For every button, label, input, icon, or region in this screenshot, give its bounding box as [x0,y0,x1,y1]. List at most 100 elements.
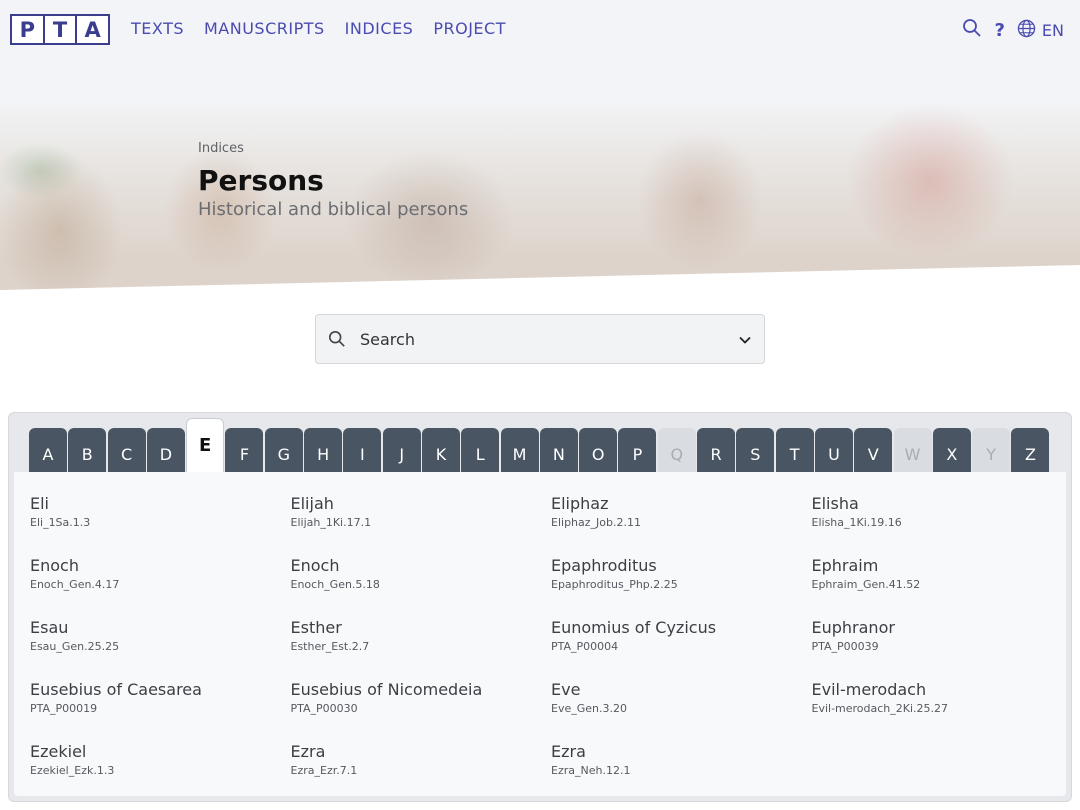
page-heading: Indices Persons Historical and biblical … [198,141,468,220]
page-subtitle: Historical and biblical persons [198,199,469,220]
nav-manuscripts[interactable]: MANUSCRIPTS [204,19,325,38]
person-ref: Ezra_Neh.12.1 [551,764,631,777]
letter-tab-c[interactable]: C [107,428,146,472]
letter-tab-a[interactable]: A [29,428,67,472]
person-entry[interactable]: Elisha Elisha_1Ki.19.16 [812,494,1073,556]
help-icon[interactable]: ? [994,20,1004,41]
person-entry[interactable]: Ezekiel Ezekiel_Ezk.1.3 [30,742,291,804]
person-entry[interactable]: Elijah Elijah_1Ki.17.1 [291,494,552,556]
person-entry[interactable]: Enoch Enoch_Gen.5.18 [291,556,552,618]
person-name[interactable]: Eli [30,494,291,514]
person-entry[interactable]: Eusebius of Nicomedeia PTA_P00030 [291,680,552,742]
person-name[interactable]: Eunomius of Cyzicus [551,618,812,638]
letter-tab-o[interactable]: O [579,428,618,472]
person-ref: Esau_Gen.25.25 [30,640,120,653]
main-nav: TEXTS MANUSCRIPTS INDICES PROJECT [131,19,506,38]
person-name[interactable]: Eliphaz [551,494,812,514]
letter-tab-f[interactable]: F [225,428,264,472]
nav-texts[interactable]: TEXTS [131,19,184,38]
person-name[interactable]: Esau [30,618,291,638]
person-name[interactable]: Ephraim [812,556,1073,576]
letter-tab-n[interactable]: N [539,428,578,472]
person-ref: Evil-merodach_2Ki.25.27 [811,702,949,715]
letter-tab-h[interactable]: H [304,428,343,472]
person-name[interactable]: Eusebius of Nicomedeia [291,680,552,700]
letter-tab-s[interactable]: S [736,428,775,472]
letter-tab-q: Q [657,428,696,472]
search-combobox[interactable]: Search [315,314,765,364]
person-entry[interactable]: Euphranor PTA_P00039 [812,618,1073,680]
person-entry[interactable]: Eliphaz Eliphaz_Job.2.11 [551,494,812,556]
person-ref: Eli_1Sa.1.3 [30,516,91,529]
person-entry[interactable]: Esther Esther_Est.2.7 [291,618,552,680]
letter-tabs: ABCDEFGHIJKLMNOPQRSTUVWXYZ [29,418,1051,472]
person-name[interactable]: Elisha [812,494,1073,514]
letter-tab-g[interactable]: G [264,428,303,472]
person-ref: Eliphaz_Job.2.11 [551,516,641,529]
person-name[interactable]: Euphranor [812,618,1073,638]
person-entry[interactable]: Eli Eli_1Sa.1.3 [30,494,291,556]
person-entry[interactable]: Ezra Ezra_Ezr.7.1 [291,742,552,804]
person-entry[interactable]: Esau Esau_Gen.25.25 [30,618,291,680]
persons-list: Eli Eli_1Sa.1.3 Elijah Elijah_1Ki.17.1 Eliph… [14,472,1066,796]
letter-tab-e[interactable]: E [186,418,225,472]
person-name[interactable]: Enoch [291,556,552,576]
person-ref: Ephraim_Gen.41.52 [811,578,921,591]
person-name[interactable]: Ezekiel [30,742,291,762]
person-name[interactable]: Enoch [30,556,291,576]
person-ref: Elisha_1Ki.19.16 [811,516,902,529]
nav-indices[interactable]: INDICES [345,19,414,38]
language-switcher[interactable]: EN [1017,19,1064,42]
logo-letter: A [75,16,108,43]
letter-tab-d[interactable]: D [146,428,185,472]
person-name[interactable]: Epaphroditus [551,556,812,576]
person-entry[interactable]: Eve Eve_Gen.3.20 [551,680,812,742]
letter-tab-b[interactable]: B [68,428,107,472]
person-entry[interactable]: Ezra Ezra_Neh.12.1 [551,742,812,804]
person-ref: Ezekiel_Ezk.1.3 [30,764,115,777]
person-ref: Ezra_Ezr.7.1 [290,764,358,777]
person-name[interactable]: Ezra [291,742,552,762]
globe-icon [1017,19,1036,42]
search-input[interactable]: Search [360,330,738,349]
person-ref: PTA_P00039 [811,640,879,653]
letter-tab-l[interactable]: L [461,428,500,472]
language-label: EN [1041,20,1064,40]
person-name[interactable]: Evil-merodach [812,680,1073,700]
person-entry[interactable]: Epaphroditus Epaphroditus_Php.2.25 [551,556,812,618]
letter-tab-i[interactable]: I [343,428,382,472]
letter-tab-m[interactable]: M [500,428,539,472]
letter-tab-p[interactable]: P [618,428,657,472]
person-name[interactable]: Esther [291,618,552,638]
letter-tab-j[interactable]: J [382,428,421,472]
nav-project[interactable]: PROJECT [433,19,506,38]
person-ref: Elijah_1Ki.17.1 [290,516,372,529]
person-entry[interactable]: Evil-merodach Evil-merodach_2Ki.25.27 [812,680,1073,742]
person-ref: Epaphroditus_Php.2.25 [551,578,678,591]
person-name[interactable]: Eusebius of Caesarea [30,680,291,700]
chevron-down-icon[interactable] [738,332,752,346]
breadcrumb[interactable]: Indices [198,141,468,156]
person-entry[interactable]: Eunomius of Cyzicus PTA_P00004 [551,618,812,680]
person-name[interactable]: Ezra [551,742,812,762]
search-icon[interactable] [962,18,982,42]
person-name[interactable]: Elijah [291,494,552,514]
person-ref: Esther_Est.2.7 [290,640,370,653]
letter-tab-u[interactable]: U [814,428,853,472]
person-entry[interactable]: Enoch Enoch_Gen.4.17 [30,556,291,618]
person-entry[interactable]: Ephraim Ephraim_Gen.41.52 [812,556,1073,618]
letter-tab-v[interactable]: V [854,428,893,472]
header-tools: ? EN [962,18,1064,42]
person-name[interactable]: Eve [551,680,812,700]
search-icon [328,330,346,348]
person-entry[interactable]: Eusebius of Caesarea PTA_P00019 [30,680,291,742]
letter-tab-k[interactable]: K [421,428,460,472]
letter-tab-z[interactable]: Z [1011,428,1050,472]
letter-tab-t[interactable]: T [775,428,814,472]
letter-tab-x[interactable]: X [932,428,971,472]
person-ref: PTA_P00019 [30,702,98,715]
pta-logo[interactable]: P T A [10,14,110,45]
person-ref: PTA_P00004 [551,640,619,653]
person-ref: Enoch_Gen.4.17 [30,578,120,591]
letter-tab-r[interactable]: R [697,428,736,472]
